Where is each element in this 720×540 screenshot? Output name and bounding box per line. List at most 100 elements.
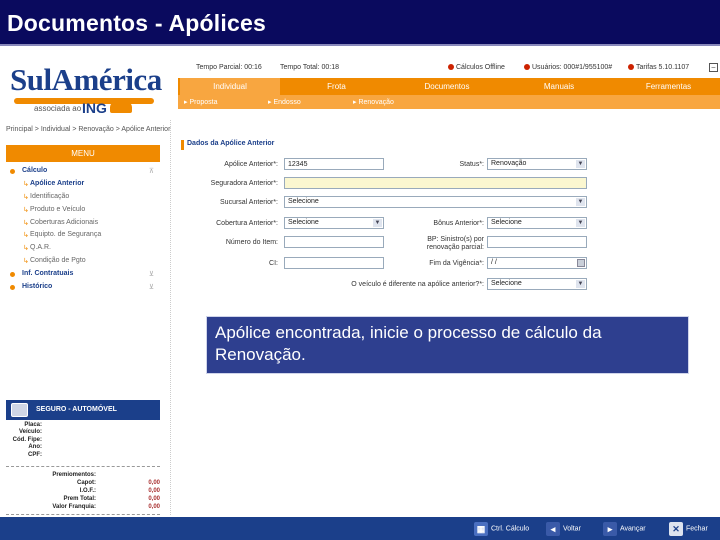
sidebar-item[interactable]: Cálculo ⊼	[6, 166, 160, 179]
calculator-icon: ▦	[474, 522, 488, 536]
menu-item-manuais[interactable]: Manuais	[505, 78, 613, 95]
sidebar-item[interactable]: Inf. Contratuais ⊻	[6, 269, 160, 282]
financial-value: 0,00	[148, 496, 160, 502]
bullet-icon	[10, 285, 15, 291]
menu-item-frota[interactable]: Frota	[284, 78, 389, 95]
main-menu-bar: Individual Frota Documentos Manuais Ferr…	[178, 78, 720, 95]
sucursal-anterior-select[interactable]: Selecione ▼	[284, 196, 587, 208]
sidebar-item-label: Apólice Anterior	[30, 179, 85, 187]
numero-item-input[interactable]	[284, 236, 384, 248]
expand-icon[interactable]: ⊻	[149, 270, 154, 278]
sidebar-item-label: Equipto. de Segurança	[30, 231, 102, 239]
status-select[interactable]: Renovação ▼	[487, 158, 587, 170]
seguro-field-row: Placa:	[6, 422, 160, 429]
sidebar-item-label: Inf. Contratuais	[22, 270, 74, 278]
bp-input[interactable]	[487, 236, 587, 248]
sucursal-anterior-label: Sucursal Anterior*:	[220, 199, 278, 206]
calculos-offline-label: Cálculos Offline	[456, 64, 505, 71]
close-icon[interactable]: –	[709, 63, 718, 72]
seguro-panel-header: SEGURO - AUTOMÓVEL	[6, 400, 160, 420]
sidebar-item[interactable]: ↳ Apólice Anterior	[6, 179, 160, 192]
user-dot-icon	[524, 64, 530, 70]
menu-item-individual[interactable]: Individual	[180, 78, 280, 95]
slide-title-bar: Documentos - Apólices	[0, 0, 720, 46]
chevron-down-icon: ▼	[576, 219, 585, 227]
sub-arrow-icon: ↳	[23, 193, 29, 201]
question-label: O veículo é diferente na apólice anterio…	[351, 281, 484, 288]
tarifas-info: Tarifas 5.10.1107	[628, 64, 689, 71]
info-tooltip: Apólice encontrada, inicie o processo de…	[206, 316, 689, 374]
sidebar-item-label: Cálculo	[22, 167, 48, 174]
ctrl-calculo-button[interactable]: ▦ Ctrl. Cálculo	[474, 522, 529, 536]
sidebar-item[interactable]: ↳ Q.A.R.	[6, 243, 160, 256]
seguro-field-label: Veículo:	[18, 429, 42, 436]
seguradora-anterior-input[interactable]	[284, 177, 587, 189]
usuario-label: Usuários: 000#1/955100#	[532, 64, 613, 71]
submenu-endosso[interactable]: ▸ Endosso	[268, 98, 301, 106]
bullet-icon	[10, 169, 15, 174]
question-select[interactable]: Selecione ▼	[487, 278, 587, 290]
bonus-anterior-label: Bônus Anterior*:	[433, 220, 484, 227]
sidebar-item[interactable]: ↳ Condição de Pgto	[6, 256, 160, 269]
sidebar-item[interactable]: Histórico ⊻	[6, 282, 160, 295]
slide-title: Documentos - Apólices	[7, 10, 266, 36]
sidebar-item[interactable]: ↳ Produto e Veículo	[6, 205, 160, 218]
fim-vigencia-label: Fim da Vigência*:	[429, 260, 484, 267]
sub-arrow-icon: ↳	[23, 258, 29, 266]
bottom-toolbar: ▦ Ctrl. Cálculo ◂ Voltar ▸ Avançar ✕ Fechar	[0, 517, 720, 540]
bullet-icon	[10, 272, 15, 278]
ci-input[interactable]	[284, 257, 384, 269]
tarifas-dot-icon	[628, 64, 634, 70]
status-label: Status*:	[459, 161, 484, 168]
seguro-field-row: CPF:	[6, 452, 160, 459]
fechar-button[interactable]: ✕ Fechar	[669, 522, 708, 536]
sidebar-item-label: Produto e Veículo	[30, 205, 86, 213]
avancar-button[interactable]: ▸ Avançar	[603, 522, 646, 536]
sidebar-item-label: Condição de Pgto	[30, 257, 86, 265]
logo-ing-text: ING	[82, 100, 107, 116]
tempo-total: Tempo Total: 00:18	[280, 64, 340, 71]
chevron-down-icon: ▼	[576, 198, 585, 206]
chevron-down-icon: ▼	[576, 160, 585, 168]
forward-arrow-icon: ▸	[603, 522, 617, 536]
numero-item-label: Número do Item:	[225, 239, 278, 246]
tarifas-label: Tarifas 5.10.1107	[636, 64, 690, 71]
seguro-title: SEGURO - AUTOMÓVEL	[36, 406, 117, 413]
expand-icon[interactable]: ⊻	[149, 283, 154, 291]
ing-lion-icon	[110, 102, 132, 113]
voltar-button[interactable]: ◂ Voltar	[546, 522, 581, 536]
sidebar-item[interactable]: ↳ Equipto. de Segurança	[6, 230, 160, 243]
submenu-bar: ▸ Proposta ▸ Endosso ▸ Renovação	[178, 95, 720, 109]
breadcrumb: Principal > Individual > Renovação > Apó…	[6, 126, 171, 133]
financial-label: Prem Total:	[63, 496, 96, 502]
financial-label: I.O.F.:	[79, 488, 96, 494]
sidebar-item-label: Q.A.R.	[30, 244, 52, 252]
calendar-icon[interactable]	[577, 259, 585, 267]
seguro-field-label: Placa:	[24, 422, 42, 428]
expand-icon[interactable]: ⊼	[149, 167, 154, 175]
sidebar-item-label: Identificação	[30, 192, 70, 200]
sidebar-tree: Cálculo ⊼ ↳ Apólice Anterior ↳ Identificação ↳…	[6, 166, 160, 295]
top-info-bar: Tempo Parcial: 00:16 Tempo Total: 00:18 …	[178, 62, 720, 75]
sidebar-item[interactable]: ↳ Identificação	[6, 192, 160, 205]
calculos-offline-link[interactable]: Cálculos Offline	[448, 64, 505, 71]
sidebar-item-label: Coberturas Adicionais	[30, 218, 99, 226]
cobertura-anterior-select[interactable]: Selecione ▼	[284, 217, 384, 229]
submenu-proposta[interactable]: ▸ Proposta	[184, 98, 218, 106]
seguro-financial-row: Prem Total: 0,00	[6, 496, 160, 504]
printer-icon[interactable]	[11, 403, 28, 417]
seguro-financial-row: I.O.F.: 0,00	[6, 488, 160, 496]
logo-brand: SulAmérica	[10, 62, 162, 97]
submenu-renovacao[interactable]: ▸ Renovação	[353, 98, 394, 106]
fim-vigencia-input[interactable]: / /	[487, 257, 587, 269]
sidebar-item[interactable]: ↳ Coberturas Adicionais	[6, 218, 160, 231]
menu-item-documentos[interactable]: Documentos	[393, 78, 501, 95]
financial-label: Capot:	[77, 480, 96, 486]
apolice-anterior-input[interactable]	[284, 158, 384, 170]
sub-arrow-icon: ↳	[23, 206, 29, 214]
seguro-financial-row: Premiomentos:	[6, 472, 160, 480]
bonus-anterior-select[interactable]: Selecione ▼	[487, 217, 587, 229]
apolice-anterior-label: Apólice Anterior*:	[224, 161, 278, 168]
logo-assoc-text: associada ao	[34, 104, 82, 113]
menu-item-ferramentas[interactable]: Ferramentas	[617, 78, 720, 95]
